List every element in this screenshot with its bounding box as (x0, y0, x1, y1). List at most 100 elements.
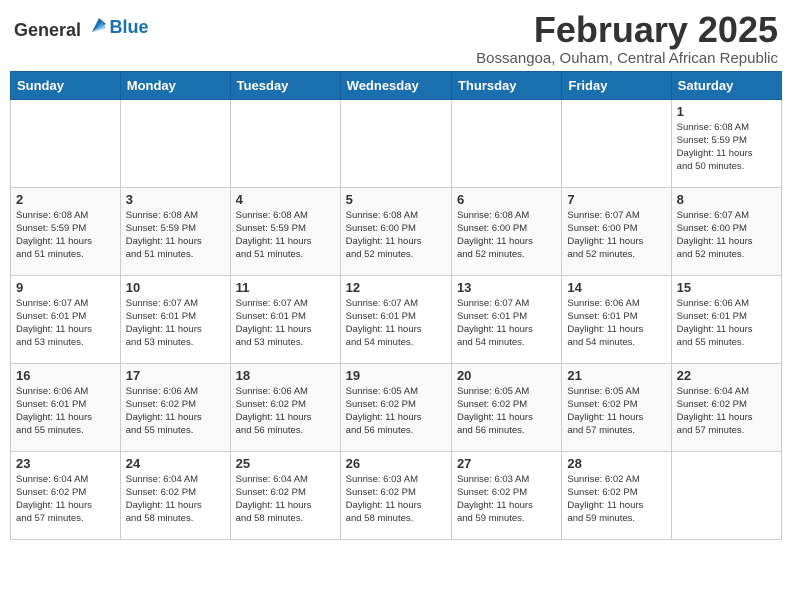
week-row-4: 16 Sunrise: 6:06 AM Sunset: 6:01 PM Dayli… (11, 363, 782, 451)
day-number: 22 (677, 368, 776, 383)
day-info: Sunrise: 6:07 AM Sunset: 6:01 PM Dayligh… (346, 297, 446, 350)
calendar-cell (671, 451, 781, 539)
day-number: 21 (567, 368, 665, 383)
day-info: Sunrise: 6:04 AM Sunset: 6:02 PM Dayligh… (236, 473, 335, 526)
day-info: Sunrise: 6:04 AM Sunset: 6:02 PM Dayligh… (677, 385, 776, 438)
weekday-header-sunday: Sunday (11, 71, 121, 99)
day-number: 6 (457, 192, 556, 207)
day-info: Sunrise: 6:08 AM Sunset: 5:59 PM Dayligh… (16, 209, 115, 262)
logo-blue: Blue (110, 17, 149, 37)
calendar-cell: 16 Sunrise: 6:06 AM Sunset: 6:01 PM Dayli… (11, 363, 121, 451)
day-info: Sunrise: 6:04 AM Sunset: 6:02 PM Dayligh… (16, 473, 115, 526)
calendar-cell: 17 Sunrise: 6:06 AM Sunset: 6:02 PM Dayli… (120, 363, 230, 451)
calendar-cell: 27Sunrise: 6:03 AM Sunset: 6:02 PM Dayli… (451, 451, 561, 539)
calendar-cell: 24 Sunrise: 6:04 AM Sunset: 6:02 PM Dayli… (120, 451, 230, 539)
day-info: Sunrise: 6:07 AM Sunset: 6:01 PM Dayligh… (457, 297, 556, 350)
day-info: Sunrise: 6:07 AM Sunset: 6:01 PM Dayligh… (126, 297, 225, 350)
day-info: Sunrise: 6:07 AM Sunset: 6:01 PM Dayligh… (16, 297, 115, 350)
calendar-cell: 26Sunrise: 6:03 AM Sunset: 6:02 PM Dayli… (340, 451, 451, 539)
day-info: Sunrise: 6:07 AM Sunset: 6:01 PM Dayligh… (236, 297, 335, 350)
day-info: Sunrise: 6:06 AM Sunset: 6:01 PM Dayligh… (16, 385, 115, 438)
day-number: 20 (457, 368, 556, 383)
day-number: 19 (346, 368, 446, 383)
calendar-cell (562, 99, 671, 187)
day-number: 2 (16, 192, 115, 207)
day-number: 9 (16, 280, 115, 295)
day-info: Sunrise: 6:06 AM Sunset: 6:01 PM Dayligh… (677, 297, 776, 350)
day-info: Sunrise: 6:08 AM Sunset: 6:00 PM Dayligh… (346, 209, 446, 262)
logo: General Blue (14, 14, 149, 41)
day-number: 14 (567, 280, 665, 295)
week-row-1: 1 Sunrise: 6:08 AM Sunset: 5:59 PM Daylig… (11, 99, 782, 187)
calendar-cell: 14 Sunrise: 6:06 AM Sunset: 6:01 PM Dayli… (562, 275, 671, 363)
day-number: 25 (236, 456, 335, 471)
day-info: Sunrise: 6:06 AM Sunset: 6:02 PM Dayligh… (126, 385, 225, 438)
calendar-cell: 15 Sunrise: 6:06 AM Sunset: 6:01 PM Dayli… (671, 275, 781, 363)
day-number: 1 (677, 104, 776, 119)
calendar-table: SundayMondayTuesdayWednesdayThursdayFrid… (10, 71, 782, 540)
logo-icon (88, 14, 110, 36)
calendar-cell (340, 99, 451, 187)
weekday-header-friday: Friday (562, 71, 671, 99)
week-row-3: 9 Sunrise: 6:07 AM Sunset: 6:01 PM Daylig… (11, 275, 782, 363)
day-number: 10 (126, 280, 225, 295)
page-header: General Blue February 2025 Bossangoa, Ou… (10, 10, 782, 67)
weekday-header-wednesday: Wednesday (340, 71, 451, 99)
weekday-header-tuesday: Tuesday (230, 71, 340, 99)
day-number: 11 (236, 280, 335, 295)
calendar-cell: 11 Sunrise: 6:07 AM Sunset: 6:01 PM Dayli… (230, 275, 340, 363)
day-info: Sunrise: 6:06 AM Sunset: 6:01 PM Dayligh… (567, 297, 665, 350)
calendar-cell: 13 Sunrise: 6:07 AM Sunset: 6:01 PM Dayli… (451, 275, 561, 363)
day-number: 24 (126, 456, 225, 471)
calendar-cell: 1 Sunrise: 6:08 AM Sunset: 5:59 PM Daylig… (671, 99, 781, 187)
day-number: 23 (16, 456, 115, 471)
day-number: 26 (346, 456, 446, 471)
calendar-cell: 3 Sunrise: 6:08 AM Sunset: 5:59 PM Daylig… (120, 187, 230, 275)
day-number: 12 (346, 280, 446, 295)
calendar-cell (120, 99, 230, 187)
calendar-cell: 5Sunrise: 6:08 AM Sunset: 6:00 PM Daylig… (340, 187, 451, 275)
weekday-header-saturday: Saturday (671, 71, 781, 99)
calendar-cell: 28Sunrise: 6:02 AM Sunset: 6:02 PM Dayli… (562, 451, 671, 539)
calendar-cell: 6 Sunrise: 6:08 AM Sunset: 6:00 PM Daylig… (451, 187, 561, 275)
day-info: Sunrise: 6:05 AM Sunset: 6:02 PM Dayligh… (346, 385, 446, 438)
week-row-2: 2 Sunrise: 6:08 AM Sunset: 5:59 PM Daylig… (11, 187, 782, 275)
calendar-cell: 7 Sunrise: 6:07 AM Sunset: 6:00 PM Daylig… (562, 187, 671, 275)
day-info: Sunrise: 6:06 AM Sunset: 6:02 PM Dayligh… (236, 385, 335, 438)
day-info: Sunrise: 6:04 AM Sunset: 6:02 PM Dayligh… (126, 473, 225, 526)
day-number: 7 (567, 192, 665, 207)
calendar-cell: 4Sunrise: 6:08 AM Sunset: 5:59 PM Daylig… (230, 187, 340, 275)
day-info: Sunrise: 6:05 AM Sunset: 6:02 PM Dayligh… (567, 385, 665, 438)
calendar-cell: 12 Sunrise: 6:07 AM Sunset: 6:01 PM Dayli… (340, 275, 451, 363)
day-number: 17 (126, 368, 225, 383)
calendar-cell: 25 Sunrise: 6:04 AM Sunset: 6:02 PM Dayli… (230, 451, 340, 539)
day-number: 8 (677, 192, 776, 207)
day-info: Sunrise: 6:02 AM Sunset: 6:02 PM Dayligh… (567, 473, 665, 526)
day-number: 13 (457, 280, 556, 295)
day-info: Sunrise: 6:07 AM Sunset: 6:00 PM Dayligh… (567, 209, 665, 262)
day-number: 3 (126, 192, 225, 207)
day-number: 18 (236, 368, 335, 383)
calendar-cell: 20 Sunrise: 6:05 AM Sunset: 6:02 PM Dayli… (451, 363, 561, 451)
week-row-5: 23 Sunrise: 6:04 AM Sunset: 6:02 PM Dayli… (11, 451, 782, 539)
day-number: 16 (16, 368, 115, 383)
location-title: Bossangoa, Ouham, Central African Republ… (476, 50, 778, 67)
day-info: Sunrise: 6:08 AM Sunset: 5:59 PM Dayligh… (126, 209, 225, 262)
calendar-cell (11, 99, 121, 187)
calendar-cell: 2 Sunrise: 6:08 AM Sunset: 5:59 PM Daylig… (11, 187, 121, 275)
weekday-header-row: SundayMondayTuesdayWednesdayThursdayFrid… (11, 71, 782, 99)
calendar-cell: 10 Sunrise: 6:07 AM Sunset: 6:01 PM Dayli… (120, 275, 230, 363)
calendar-cell: 18 Sunrise: 6:06 AM Sunset: 6:02 PM Dayli… (230, 363, 340, 451)
day-info: Sunrise: 6:08 AM Sunset: 5:59 PM Dayligh… (677, 121, 776, 174)
day-number: 27 (457, 456, 556, 471)
calendar-cell (230, 99, 340, 187)
calendar-cell (451, 99, 561, 187)
day-number: 15 (677, 280, 776, 295)
day-info: Sunrise: 6:08 AM Sunset: 6:00 PM Dayligh… (457, 209, 556, 262)
calendar-cell: 22 Sunrise: 6:04 AM Sunset: 6:02 PM Dayli… (671, 363, 781, 451)
weekday-header-thursday: Thursday (451, 71, 561, 99)
day-info: Sunrise: 6:05 AM Sunset: 6:02 PM Dayligh… (457, 385, 556, 438)
weekday-header-monday: Monday (120, 71, 230, 99)
calendar-cell: 8Sunrise: 6:07 AM Sunset: 6:00 PM Daylig… (671, 187, 781, 275)
calendar-cell: 19 Sunrise: 6:05 AM Sunset: 6:02 PM Dayli… (340, 363, 451, 451)
